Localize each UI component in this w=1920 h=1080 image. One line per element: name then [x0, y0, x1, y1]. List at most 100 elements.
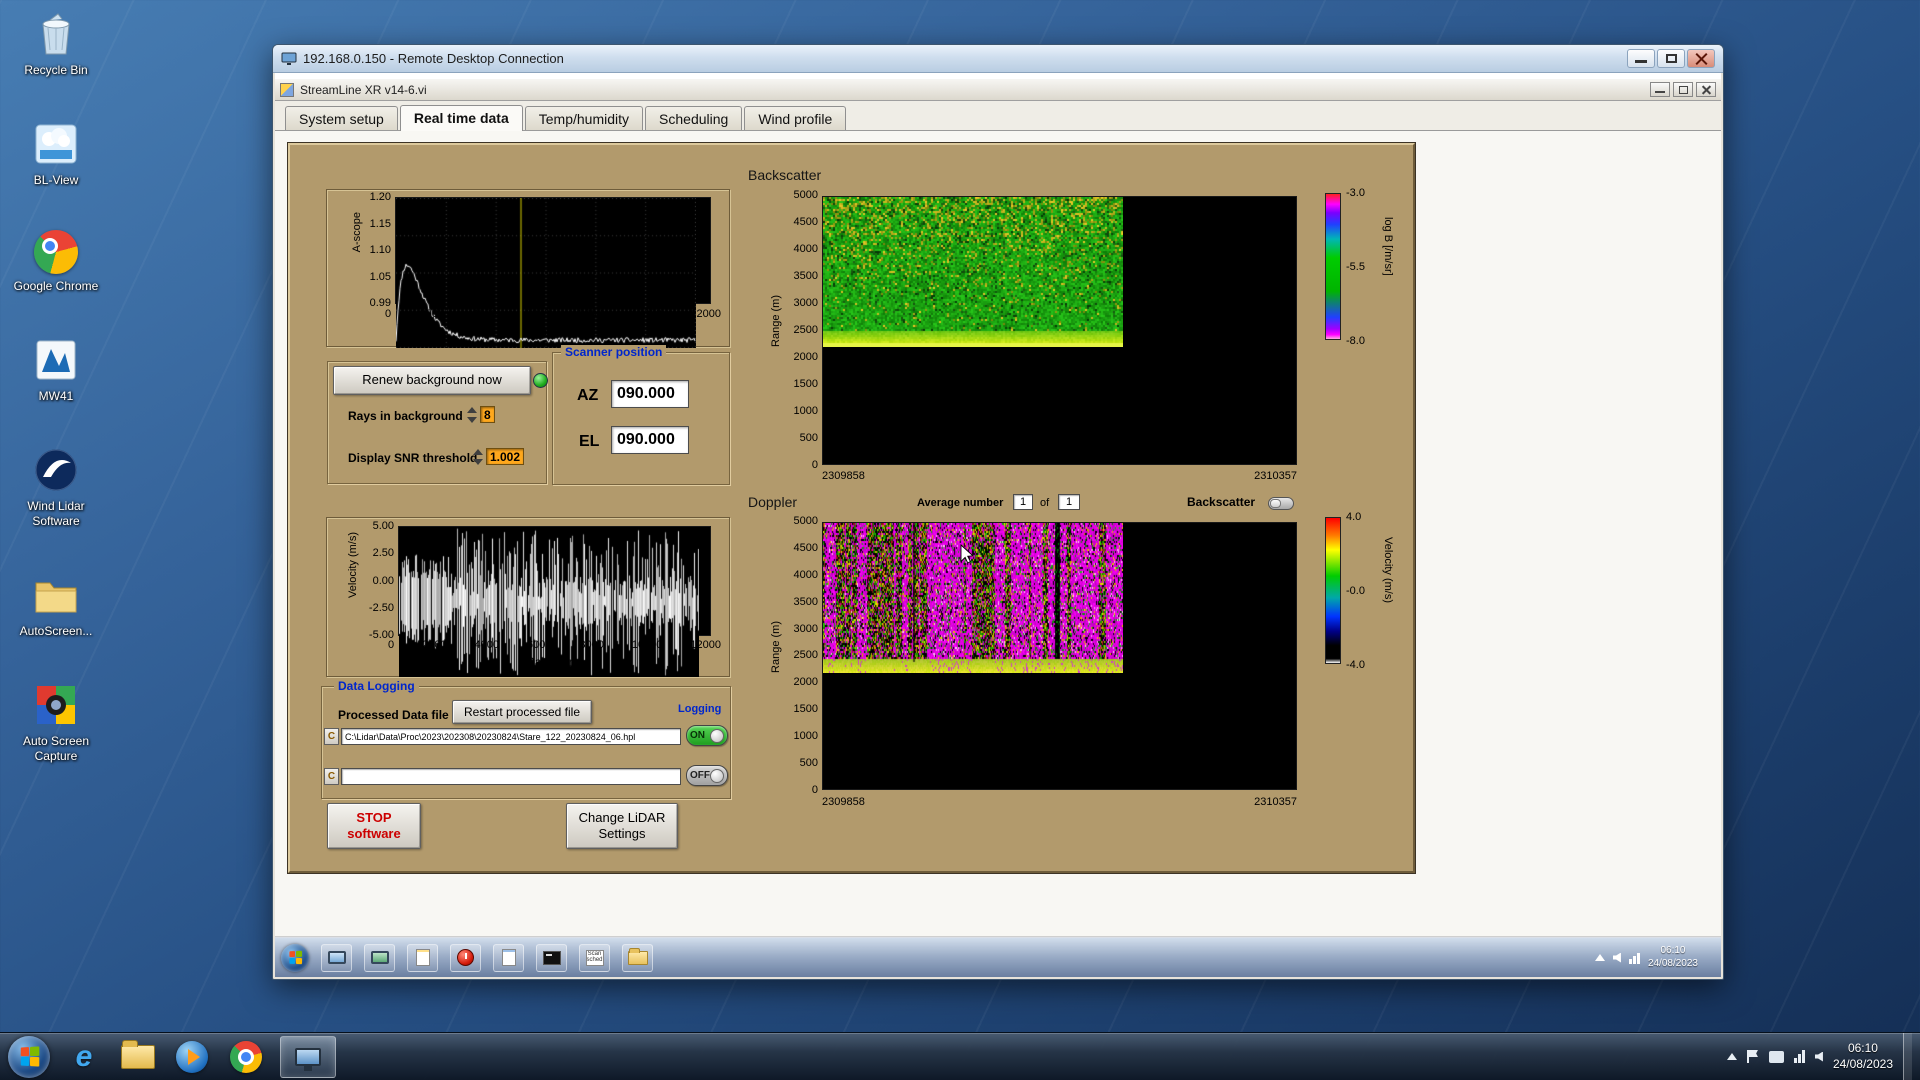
remote-clock[interactable]: 06:10 24/08/2023 [1648, 945, 1698, 970]
internet-explorer-icon: e [75, 1039, 93, 1073]
tick-label: 4000 [793, 243, 818, 255]
average-number-value[interactable]: 1 [1013, 494, 1033, 510]
change-lidar-settings-button[interactable]: Change LiDAR Settings [566, 803, 678, 849]
taskbar-internet-explorer[interactable]: e [64, 1037, 104, 1077]
desktop-icon-mw41[interactable]: MW41 [10, 336, 102, 404]
average-total-value[interactable]: 1 [1058, 494, 1080, 510]
remote-taskbar-folder[interactable] [622, 943, 653, 972]
tab-scheduling[interactable]: Scheduling [645, 106, 743, 130]
remote-taskbar-app-document[interactable] [407, 943, 438, 972]
tab-temp-humidity[interactable]: Temp/humidity [524, 106, 644, 130]
tab-real-time-data[interactable]: Real time data [399, 105, 523, 131]
desktop-icon-recycle-bin[interactable]: Recycle Bin [10, 10, 102, 78]
taskbar-media-player[interactable] [172, 1037, 212, 1077]
rdp-titlebar[interactable]: 192.168.0.150 - Remote Desktop Connectio… [273, 45, 1723, 73]
tick-label: 5.00 [372, 520, 394, 532]
scanner-position-frame: Scanner position AZ 090.000 EL 090.000 [552, 345, 730, 485]
restart-processed-file-button[interactable]: Restart processed file [452, 700, 592, 724]
remote-start-button[interactable] [281, 943, 309, 972]
volume-icon[interactable] [1814, 1051, 1823, 1062]
desktop-icon-label: AutoScreen... [19, 624, 93, 638]
doppler-plot-area[interactable] [822, 522, 1297, 790]
action-center-flag-icon[interactable] [1746, 1050, 1759, 1063]
tick-label: 500 [799, 757, 818, 770]
remote-taskbar-power[interactable] [450, 943, 481, 972]
velocity-x-axis-label: Range (m) [526, 655, 583, 669]
stop-button-line1: STOP [356, 809, 392, 825]
raw-path-field[interactable] [341, 768, 681, 785]
remote-taskbar-app-display[interactable] [364, 943, 395, 972]
maximize-button[interactable] [1657, 49, 1685, 68]
vi-minimize-button[interactable] [1650, 82, 1670, 97]
desktop-icon-bl-view[interactable]: BL-View [10, 120, 102, 188]
show-desktop-button[interactable] [1903, 1032, 1912, 1080]
tick-label: 3000 [793, 622, 818, 635]
display-tray-icon[interactable] [1768, 1050, 1784, 1063]
desktop-icon-auto-screen-capture[interactable]: Auto Screen Capture [10, 681, 102, 764]
tick-label: 1.20 [369, 191, 391, 203]
remote-taskbar-scan-sched[interactable]: Scan sched [579, 943, 610, 972]
backscatter-toggle-label: Backscatter [1187, 495, 1256, 509]
taskbar-rdp-active[interactable] [280, 1035, 336, 1078]
desktop-icon-google-chrome[interactable]: Google Chrome [10, 230, 102, 294]
renew-background-button[interactable]: Renew background now [333, 366, 531, 395]
az-value-field[interactable]: 090.000 [611, 380, 689, 408]
taskbar-chrome[interactable] [226, 1037, 266, 1077]
ascope-plot-area[interactable] [395, 197, 711, 348]
snr-value[interactable]: 1.002 [486, 448, 525, 465]
tick-label: 2500 [793, 649, 818, 662]
doppler-colorbar[interactable] [1325, 517, 1341, 664]
stop-software-button[interactable]: STOP software [327, 803, 421, 849]
hidden-icons-arrow[interactable] [1594, 954, 1605, 961]
backscatter-display-toggle[interactable] [1268, 497, 1294, 510]
velocity-x-ticks: 0 2000 4000 6000 8000 10000 12000 [388, 639, 721, 651]
network-icon[interactable] [1793, 1050, 1805, 1063]
desktop-icon-autoscreen[interactable]: AutoScreen... [10, 571, 102, 639]
tick-label: 0 [388, 639, 395, 651]
tab-system-setup[interactable]: System setup [285, 106, 398, 130]
taskbar-explorer[interactable] [118, 1037, 158, 1077]
remote-taskbar-app-window[interactable] [321, 943, 352, 972]
folder-icon [627, 947, 648, 965]
tab-wind-profile[interactable]: Wind profile [744, 106, 847, 130]
tick-label: -4.0 [1346, 659, 1365, 671]
remote-taskbar-terminal[interactable] [536, 943, 567, 972]
snr-spinner[interactable] [473, 449, 484, 465]
el-value-field[interactable]: 090.000 [611, 426, 689, 454]
tick-label: 6000 [526, 639, 552, 651]
processed-path-field[interactable]: C:\Lidar\Data\Proc\2023\202308\20230824\… [341, 728, 681, 745]
remote-taskbar-app-xr[interactable] [493, 943, 524, 972]
close-button[interactable] [1687, 49, 1715, 68]
hidden-icons-arrow[interactable] [1726, 1053, 1737, 1060]
vi-restore-button[interactable] [1673, 82, 1693, 97]
desktop-icon-wind-lidar[interactable]: Wind Lidar Software [10, 446, 102, 529]
network-icon[interactable] [1628, 951, 1640, 964]
backscatter-colorbar[interactable] [1325, 193, 1341, 340]
rays-value[interactable]: 8 [480, 406, 495, 423]
minimize-button[interactable] [1627, 49, 1655, 68]
processed-logging-toggle[interactable]: ON [686, 725, 728, 746]
backscatter-plot-area[interactable] [822, 196, 1297, 465]
rays-spinner[interactable] [467, 407, 478, 423]
terminal-icon [542, 950, 561, 965]
processed-path-drive-box[interactable]: C [324, 728, 339, 745]
rdp-window-title: 192.168.0.150 - Remote Desktop Connectio… [303, 51, 564, 66]
system-tray: 06:10 24/08/2023 [1726, 1032, 1912, 1080]
raw-logging-toggle[interactable]: OFF [686, 765, 728, 786]
volume-icon[interactable] [1612, 952, 1621, 963]
raw-path-drive-box[interactable]: C [324, 768, 339, 785]
host-clock[interactable]: 06:10 24/08/2023 [1833, 1041, 1893, 1072]
tick-label: -0.0 [1346, 585, 1365, 597]
tick-label: 8000 [579, 639, 604, 651]
vi-titlebar[interactable]: StreamLine XR v14-6.vi [275, 79, 1721, 101]
velocity-plot-area[interactable] [398, 526, 711, 677]
tick-label: 3500 [793, 595, 818, 608]
start-button[interactable] [8, 1035, 50, 1078]
rdp-window-icon [281, 52, 297, 65]
az-label: AZ [577, 387, 599, 404]
vi-icon [280, 82, 294, 97]
tick-label: 0 [811, 783, 818, 796]
tick-label: 500 [799, 432, 818, 444]
restart-processed-file-label: Restart processed file [463, 704, 581, 719]
vi-close-button[interactable] [1696, 82, 1716, 97]
